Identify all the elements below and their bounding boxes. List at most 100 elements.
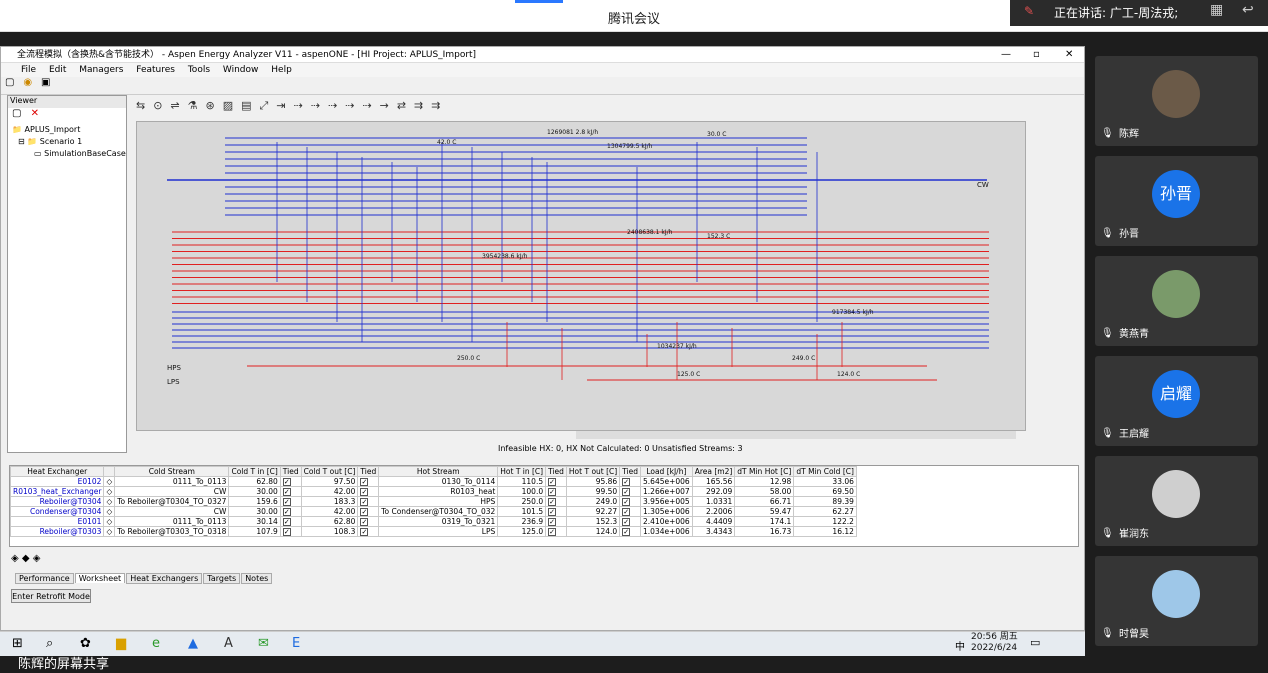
close-button[interactable]: ✕ — [1065, 47, 1073, 63]
table-cell[interactable]: 165.56 — [691, 476, 736, 487]
table-cell[interactable]: 183.3 — [300, 496, 359, 507]
layout-icon[interactable]: ▦ — [1210, 2, 1230, 22]
table-cell[interactable]: Reboiler@T0304 — [9, 496, 105, 507]
menu-managers[interactable]: Managers — [79, 65, 123, 75]
table-row[interactable]: E0102 ◇ 0111_To_0113 62.80 ✓ 97.50 ✓ 0130_To_01… — [9, 476, 857, 487]
table-cell[interactable]: 33.06 — [793, 476, 857, 487]
table-row[interactable]: Reboiler@T0303 ◇ To Reboiler@T0303_TO_0318… — [9, 526, 857, 537]
column-header[interactable]: Cold T in [C] — [228, 466, 281, 477]
table-cell[interactable]: ✓ — [619, 486, 642, 497]
table-cell[interactable]: ✓ — [279, 476, 302, 487]
table-cell[interactable]: ✓ — [619, 476, 642, 487]
column-header[interactable]: Tied — [357, 466, 380, 477]
tied-checkbox[interactable]: ✓ — [622, 488, 631, 496]
table-cell[interactable]: 174.1 — [734, 516, 795, 527]
table-cell[interactable]: 30.00 — [228, 486, 281, 497]
table-cell[interactable]: ✓ — [545, 496, 567, 507]
table-cell[interactable]: ◇ — [103, 506, 116, 517]
table-cell[interactable]: 58.00 — [734, 486, 795, 497]
column-header[interactable]: Hot Stream — [378, 466, 499, 477]
table-cell[interactable]: Reboiler@T0303 — [9, 526, 105, 537]
table-cell[interactable]: ✓ — [279, 516, 302, 527]
column-header[interactable]: Tied — [619, 466, 642, 477]
tied-checkbox[interactable]: ✓ — [548, 508, 557, 516]
table-cell[interactable]: 3.4343 — [691, 526, 736, 537]
start-icon[interactable]: ⊞ — [12, 636, 23, 651]
table-cell[interactable]: ◇ — [103, 496, 116, 507]
column-header[interactable]: dT Min Cold [C] — [793, 466, 857, 477]
table-cell[interactable]: 2.2006 — [691, 506, 736, 517]
table-cell[interactable]: 122.2 — [793, 516, 857, 527]
column-header[interactable] — [103, 466, 116, 477]
tab-worksheet[interactable]: Worksheet — [74, 573, 126, 583]
table-cell[interactable]: R0103_heat_Exchanger — [9, 486, 105, 497]
participant-tile[interactable]: 🎙 黄燕青 — [1095, 256, 1258, 346]
folder-icon[interactable]: ▆ — [116, 636, 126, 651]
column-header[interactable]: Area [m2] — [691, 466, 736, 477]
table-cell[interactable]: 62.80 — [228, 476, 281, 487]
table-cell[interactable]: 69.50 — [793, 486, 857, 497]
tied-checkbox[interactable]: ✓ — [548, 528, 557, 536]
wechat-icon[interactable]: ✉ — [258, 636, 269, 651]
participant-tile[interactable]: 启耀 🎙 王启耀 — [1095, 356, 1258, 446]
tree-scenario[interactable]: ⊟ 📁 Scenario 1 — [8, 136, 126, 148]
tree-project[interactable]: 📁 APLUS_Import — [8, 124, 126, 136]
table-cell[interactable]: LPS — [378, 526, 499, 537]
table-cell[interactable]: 97.50 — [300, 476, 359, 487]
tied-checkbox[interactable]: ✓ — [622, 498, 631, 506]
table-cell[interactable]: ✓ — [357, 506, 380, 517]
table-cell[interactable]: 95.86 — [565, 476, 621, 487]
table-cell[interactable]: 3.956e+005 — [640, 496, 693, 507]
table-cell[interactable]: 12.98 — [734, 476, 795, 487]
column-header[interactable]: Cold T out [C] — [300, 466, 359, 477]
table-cell[interactable]: To Condenser@T0304_TO_032 — [378, 506, 499, 517]
table-cell[interactable]: 2.410e+006 — [640, 516, 693, 527]
minimize-button[interactable]: — — [1001, 47, 1011, 63]
participant-tile[interactable]: 🎙 陈辉 — [1095, 56, 1258, 146]
table-cell[interactable]: 101.5 — [497, 506, 547, 517]
table-row[interactable]: E0101 ◇ 0111_To_0113 30.14 ✓ 62.80 ✓ 0319_To_03… — [9, 516, 857, 527]
tied-checkbox[interactable]: ✓ — [622, 518, 631, 526]
tied-checkbox[interactable]: ✓ — [360, 528, 369, 536]
table-cell[interactable]: 16.73 — [734, 526, 795, 537]
meeting-icon[interactable]: ▲ — [188, 636, 198, 651]
table-cell[interactable]: ✓ — [619, 526, 642, 537]
table-cell[interactable]: 236.9 — [497, 516, 547, 527]
menu-edit[interactable]: Edit — [49, 65, 66, 75]
table-cell[interactable]: Condenser@T0304 — [9, 506, 105, 517]
delete-icon[interactable]: ✕ — [31, 108, 39, 119]
menu-help[interactable]: Help — [271, 65, 292, 75]
table-cell[interactable]: 59.47 — [734, 506, 795, 517]
grid-diagram[interactable]: 42.0 C 1269081 2.8 kJ/h 30.0 C 1304799.5 kJ… — [136, 121, 1026, 431]
table-cell[interactable]: 62.27 — [793, 506, 857, 517]
table-cell[interactable]: 159.6 — [228, 496, 281, 507]
table-cell[interactable]: E0102 — [9, 476, 105, 487]
participant-tile[interactable]: 🎙 时曾昊 — [1095, 556, 1258, 646]
table-cell[interactable]: To Reboiler@T0304_TO_0327 — [114, 496, 230, 507]
table-cell[interactable]: ✓ — [619, 496, 642, 507]
tied-checkbox[interactable]: ✓ — [282, 488, 291, 496]
table-cell[interactable]: ✓ — [357, 476, 380, 487]
table-cell[interactable]: 0319_To_0321 — [378, 516, 499, 527]
tied-checkbox[interactable]: ✓ — [360, 478, 369, 486]
table-cell[interactable]: 152.3 — [565, 516, 621, 527]
table-cell[interactable]: ✓ — [357, 496, 380, 507]
table-cell[interactable]: 66.71 — [734, 496, 795, 507]
table-cell[interactable]: ◇ — [103, 486, 116, 497]
grid-control-icons[interactable]: ◈ ◆ ◈ — [11, 553, 40, 564]
table-cell[interactable]: ✓ — [545, 516, 567, 527]
tied-checkbox[interactable]: ✓ — [282, 478, 291, 486]
table-cell[interactable]: 0111_To_0113 — [114, 476, 230, 487]
browser-icon[interactable]: e — [152, 636, 160, 651]
table-cell[interactable]: ◇ — [103, 476, 116, 487]
table-cell[interactable]: ✓ — [279, 526, 302, 537]
tied-checkbox[interactable]: ✓ — [282, 498, 291, 506]
table-row[interactable]: R0103_heat_Exchanger ◇ CW 30.00 ✓ 42.00 ✓ R0103… — [9, 486, 857, 497]
table-cell[interactable]: R0103_heat — [378, 486, 499, 497]
table-cell[interactable]: ✓ — [279, 486, 302, 497]
participant-tile[interactable]: 🎙 崔润东 — [1095, 456, 1258, 546]
back-icon[interactable]: ↩ — [1242, 2, 1254, 18]
menu-tools[interactable]: Tools — [188, 65, 210, 75]
table-cell[interactable]: ◇ — [103, 516, 116, 527]
tab-targets[interactable]: Targets — [203, 573, 241, 584]
